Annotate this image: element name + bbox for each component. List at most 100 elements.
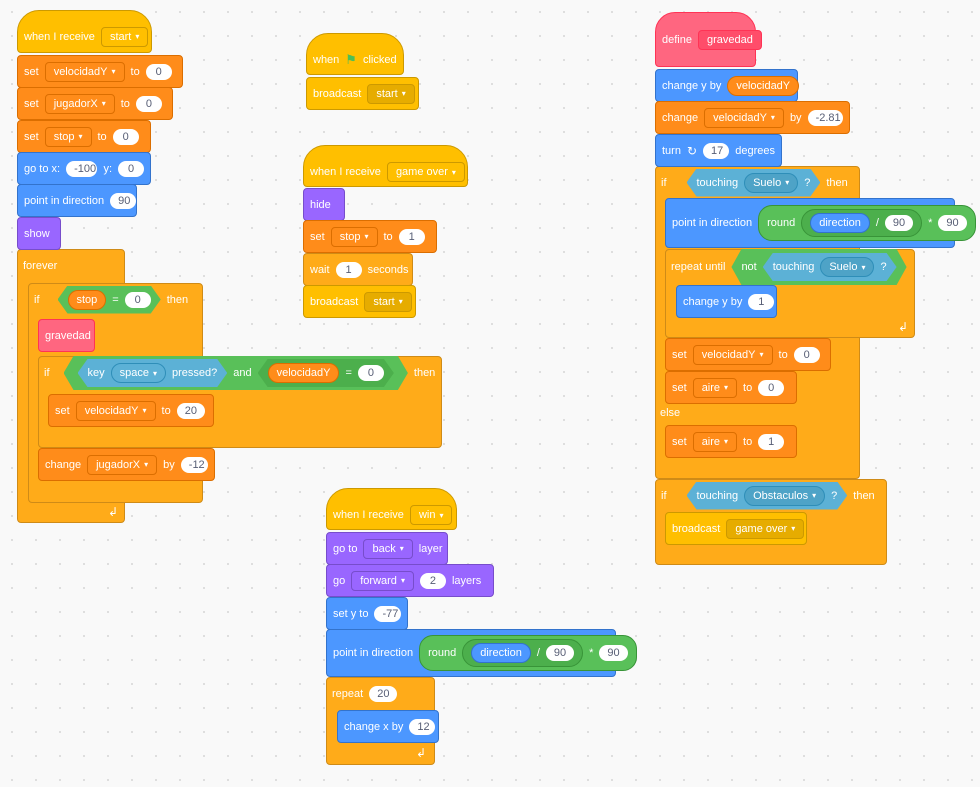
change-jugadorX-block[interactable]: change jugadorX ▾ by -12 bbox=[38, 448, 215, 481]
set-velocidadY-block[interactable]: set velocidadY ▾ to 0 bbox=[17, 55, 183, 88]
value-input[interactable]: 20 bbox=[176, 402, 205, 419]
repeat-until-header[interactable]: repeat until not touching Suelo ▾ ? bbox=[665, 249, 915, 285]
value-input[interactable]: 0 bbox=[145, 63, 172, 80]
message-dropdown[interactable]: start ▾ bbox=[100, 26, 149, 47]
velocidadY-reporter[interactable]: velocidadY bbox=[727, 75, 800, 96]
go-to-back-layer-block[interactable]: go to back ▾ layer bbox=[326, 532, 448, 565]
when-i-receive-start-hat[interactable]: when I receive start ▾ bbox=[17, 10, 152, 53]
wait-block[interactable]: wait 1 seconds bbox=[303, 253, 413, 286]
seconds-input[interactable]: 1 bbox=[335, 261, 362, 278]
message-dropdown[interactable]: start ▾ bbox=[367, 83, 415, 104]
set-velocidadY-0-block[interactable]: set velocidadY ▾ to 0 bbox=[665, 338, 831, 371]
message-dropdown[interactable]: start ▾ bbox=[364, 291, 412, 312]
velocidadY-reporter[interactable]: velocidadY bbox=[268, 363, 340, 383]
value-input[interactable]: -12 bbox=[180, 456, 208, 473]
repeat-count-input[interactable]: 20 bbox=[369, 685, 398, 702]
divide-operator[interactable]: direction / 90 bbox=[462, 639, 584, 667]
variable-dropdown[interactable]: stop ▾ bbox=[44, 126, 92, 147]
round-operator[interactable]: round direction / 90 * 90 bbox=[758, 205, 976, 241]
show-block[interactable]: show bbox=[17, 217, 61, 250]
value-input[interactable]: 90 bbox=[938, 215, 967, 231]
broadcast-game-over-block[interactable]: broadcast game over ▾ bbox=[665, 512, 807, 545]
when-i-receive-game-over-hat[interactable]: when I receive game over ▾ bbox=[303, 145, 468, 187]
layer-dropdown[interactable]: back ▾ bbox=[363, 538, 413, 559]
variable-dropdown[interactable]: velocidadY ▾ bbox=[75, 400, 156, 421]
value-input[interactable]: 0 bbox=[125, 292, 151, 308]
value-input[interactable]: -2.81 bbox=[807, 109, 843, 126]
variable-dropdown[interactable]: aire ▾ bbox=[692, 431, 738, 452]
key-dropdown[interactable]: space ▾ bbox=[111, 363, 166, 383]
set-y-block[interactable]: set y to -77 bbox=[326, 597, 408, 630]
set-jugadorX-block[interactable]: set jugadorX ▾ to 0 bbox=[17, 87, 173, 120]
key-pressed-sensor[interactable]: key space ▾ pressed? bbox=[78, 359, 228, 387]
variable-dropdown[interactable]: velocidadY ▾ bbox=[44, 61, 125, 82]
variable-dropdown[interactable]: aire ▾ bbox=[692, 377, 738, 398]
and-operator[interactable]: key space ▾ pressed? and velocidadY = 0 bbox=[64, 356, 408, 390]
set-stop-1-block[interactable]: set stop ▾ to 1 bbox=[303, 220, 437, 253]
go-forward-layers-block[interactable]: go forward ▾ 2 layers bbox=[326, 564, 494, 597]
value-input[interactable]: 90 bbox=[545, 645, 575, 661]
value-input[interactable]: 0 bbox=[358, 365, 384, 381]
value-input[interactable]: 1 bbox=[758, 433, 785, 450]
direction-input[interactable]: 90 bbox=[110, 192, 137, 209]
variable-dropdown[interactable]: jugadorX ▾ bbox=[44, 93, 115, 114]
object-dropdown[interactable]: Obstaculos ▾ bbox=[744, 486, 825, 506]
touching-sensor[interactable]: touching Suelo ▾ ? bbox=[687, 169, 821, 197]
message-dropdown[interactable]: game over ▾ bbox=[386, 162, 465, 182]
message-dropdown[interactable]: win ▾ bbox=[409, 505, 453, 525]
set-stop-block[interactable]: set stop ▾ to 0 bbox=[17, 120, 151, 153]
y-input[interactable]: 1 bbox=[748, 293, 775, 310]
go-to-xy-block[interactable]: go to x: -100 y: 0 bbox=[17, 152, 151, 185]
x-input[interactable]: 12 bbox=[409, 718, 436, 735]
value-input[interactable]: 0 bbox=[135, 95, 162, 112]
layers-input[interactable]: 2 bbox=[419, 572, 446, 589]
point-in-direction-round-block-2[interactable]: point in direction round direction / 90 … bbox=[665, 198, 976, 248]
x-input[interactable]: -100 bbox=[66, 160, 98, 177]
when-i-receive-win-hat[interactable]: when I receive win ▾ bbox=[326, 488, 457, 530]
if-key-header[interactable]: if key space ▾ pressed? and velocidadY = … bbox=[38, 356, 442, 390]
if-touching-obstaculos-header[interactable]: if touching Obstaculos ▾ ? then bbox=[655, 479, 887, 512]
divide-operator[interactable]: direction / 90 bbox=[801, 209, 923, 237]
set-aire-0-block[interactable]: set aire ▾ to 0 bbox=[665, 371, 797, 404]
variable-dropdown[interactable]: stop ▾ bbox=[330, 226, 378, 247]
repeat-header[interactable]: repeat 20 bbox=[326, 677, 435, 710]
object-dropdown[interactable]: Suelo ▾ bbox=[744, 173, 798, 193]
change-x-block[interactable]: change x by 12 bbox=[337, 710, 439, 743]
value-input[interactable]: 0 bbox=[793, 346, 820, 363]
stop-reporter[interactable]: stop bbox=[68, 290, 107, 310]
direction-dropdown[interactable]: forward ▾ bbox=[351, 570, 414, 591]
point-in-direction-block[interactable]: point in direction 90 bbox=[17, 184, 137, 217]
hide-block[interactable]: hide bbox=[303, 188, 345, 221]
not-operator[interactable]: not touching Suelo ▾ ? bbox=[731, 249, 906, 285]
turn-degrees-block[interactable]: turn ↻ 17 degrees bbox=[655, 134, 782, 167]
value-input[interactable]: 1 bbox=[398, 228, 425, 245]
gravedad-call-block[interactable]: gravedad bbox=[38, 319, 95, 352]
value-input[interactable]: 90 bbox=[599, 645, 628, 661]
direction-reporter[interactable]: direction bbox=[471, 643, 531, 663]
equals-operator[interactable]: velocidadY = 0 bbox=[258, 359, 394, 387]
define-gravedad-hat[interactable]: define gravedad bbox=[655, 12, 762, 67]
touching-sensor[interactable]: touching Obstaculos ▾ ? bbox=[687, 482, 848, 510]
set-aire-1-block[interactable]: set aire ▾ to 1 bbox=[665, 425, 797, 458]
value-input[interactable]: 0 bbox=[112, 128, 139, 145]
degrees-input[interactable]: 17 bbox=[703, 142, 730, 159]
set-velocidadY-20-block[interactable]: set velocidadY ▾ to 20 bbox=[48, 394, 214, 427]
change-y-by-1-block[interactable]: change y by 1 bbox=[676, 285, 777, 318]
touching-sensor[interactable]: touching Suelo ▾ ? bbox=[763, 253, 897, 281]
value-input[interactable]: 90 bbox=[884, 215, 914, 231]
if-stop-header[interactable]: if stop = 0 then bbox=[28, 283, 203, 316]
broadcast-start-block[interactable]: broadcast start ▾ bbox=[306, 77, 419, 110]
round-operator[interactable]: round direction / 90 * 90 bbox=[419, 635, 637, 671]
equals-operator[interactable]: stop = 0 bbox=[58, 286, 161, 314]
variable-dropdown[interactable]: velocidadY ▾ bbox=[704, 107, 784, 128]
change-velocidadY-block[interactable]: change velocidadY ▾ by -2.81 bbox=[655, 101, 850, 134]
forever-header[interactable]: forever bbox=[17, 249, 125, 282]
object-dropdown[interactable]: Suelo ▾ bbox=[820, 257, 874, 277]
when-flag-clicked-hat[interactable]: when ⚑ clicked bbox=[306, 33, 404, 75]
y-input[interactable]: 0 bbox=[118, 160, 144, 177]
direction-reporter[interactable]: direction bbox=[810, 213, 870, 233]
change-y-by-velocidadY-block[interactable]: change y by velocidadY bbox=[655, 69, 800, 102]
broadcast-start-block-2[interactable]: broadcast start ▾ bbox=[303, 285, 416, 318]
value-input[interactable]: 0 bbox=[758, 379, 785, 396]
variable-dropdown[interactable]: velocidadY ▾ bbox=[692, 344, 773, 365]
